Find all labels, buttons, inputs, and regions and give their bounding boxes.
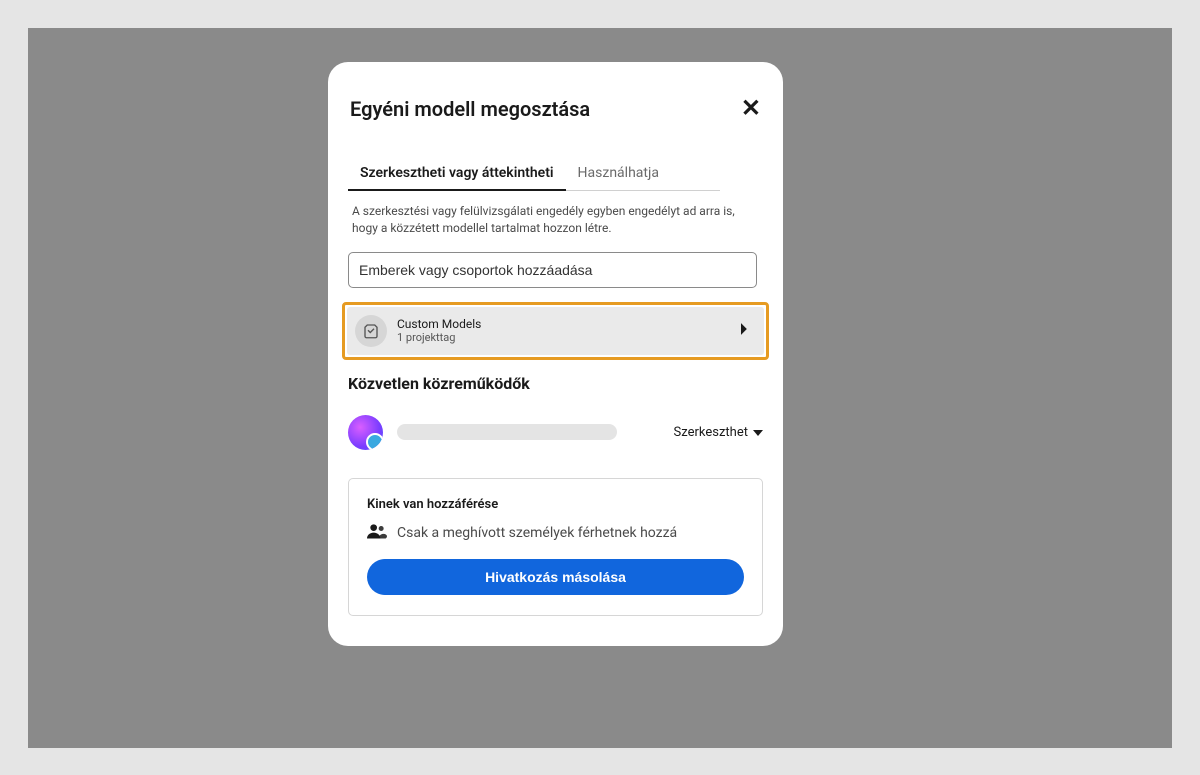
access-title: Kinek van hozzáférése: [367, 497, 744, 512]
tab-can-use[interactable]: Használhatja: [566, 157, 671, 191]
access-info: Csak a meghívott személyek férhetnek hoz…: [367, 523, 744, 543]
contributor-row: Szerkeszthet: [348, 415, 763, 450]
tab-edit-review[interactable]: Szerkesztheti vagy áttekintheti: [348, 157, 566, 191]
close-icon: ✕: [741, 95, 761, 122]
project-info: Custom Models 1 projekttag: [397, 317, 739, 344]
modal-header: Egyéni modell megosztása ✕: [348, 97, 763, 121]
avatar: [348, 415, 383, 450]
access-box: Kinek van hozzáférése Csak a meghívott s…: [348, 478, 763, 616]
access-text: Csak a meghívott személyek férhetnek hoz…: [397, 525, 677, 541]
people-icon: [367, 523, 387, 543]
close-button[interactable]: ✕: [741, 97, 761, 121]
project-meta: 1 projekttag: [397, 331, 739, 344]
copy-link-button[interactable]: Hivatkozás másolása: [367, 559, 744, 595]
project-row[interactable]: Custom Models 1 projekttag: [347, 307, 764, 355]
custom-models-icon: [355, 315, 387, 347]
highlighted-project-row: Custom Models 1 projekttag: [342, 302, 769, 360]
tab-description: A szerkesztési vagy felülvizsgálati enge…: [348, 203, 763, 238]
role-label: Szerkeszthet: [674, 425, 748, 440]
modal-title: Egyéni modell megosztása: [350, 97, 590, 121]
tabs: Szerkesztheti vagy áttekintheti Használh…: [348, 157, 720, 191]
contributor-name-placeholder: [397, 424, 617, 440]
role-dropdown[interactable]: Szerkeszthet: [674, 425, 763, 440]
chevron-right-icon: [739, 321, 750, 340]
add-people-input[interactable]: [348, 252, 757, 288]
contributors-title: Közvetlen közreműködők: [348, 374, 763, 393]
project-name: Custom Models: [397, 317, 739, 331]
share-custom-model-modal: Egyéni modell megosztása ✕ Szerkesztheti…: [328, 62, 783, 646]
chevron-down-icon: [753, 425, 763, 440]
